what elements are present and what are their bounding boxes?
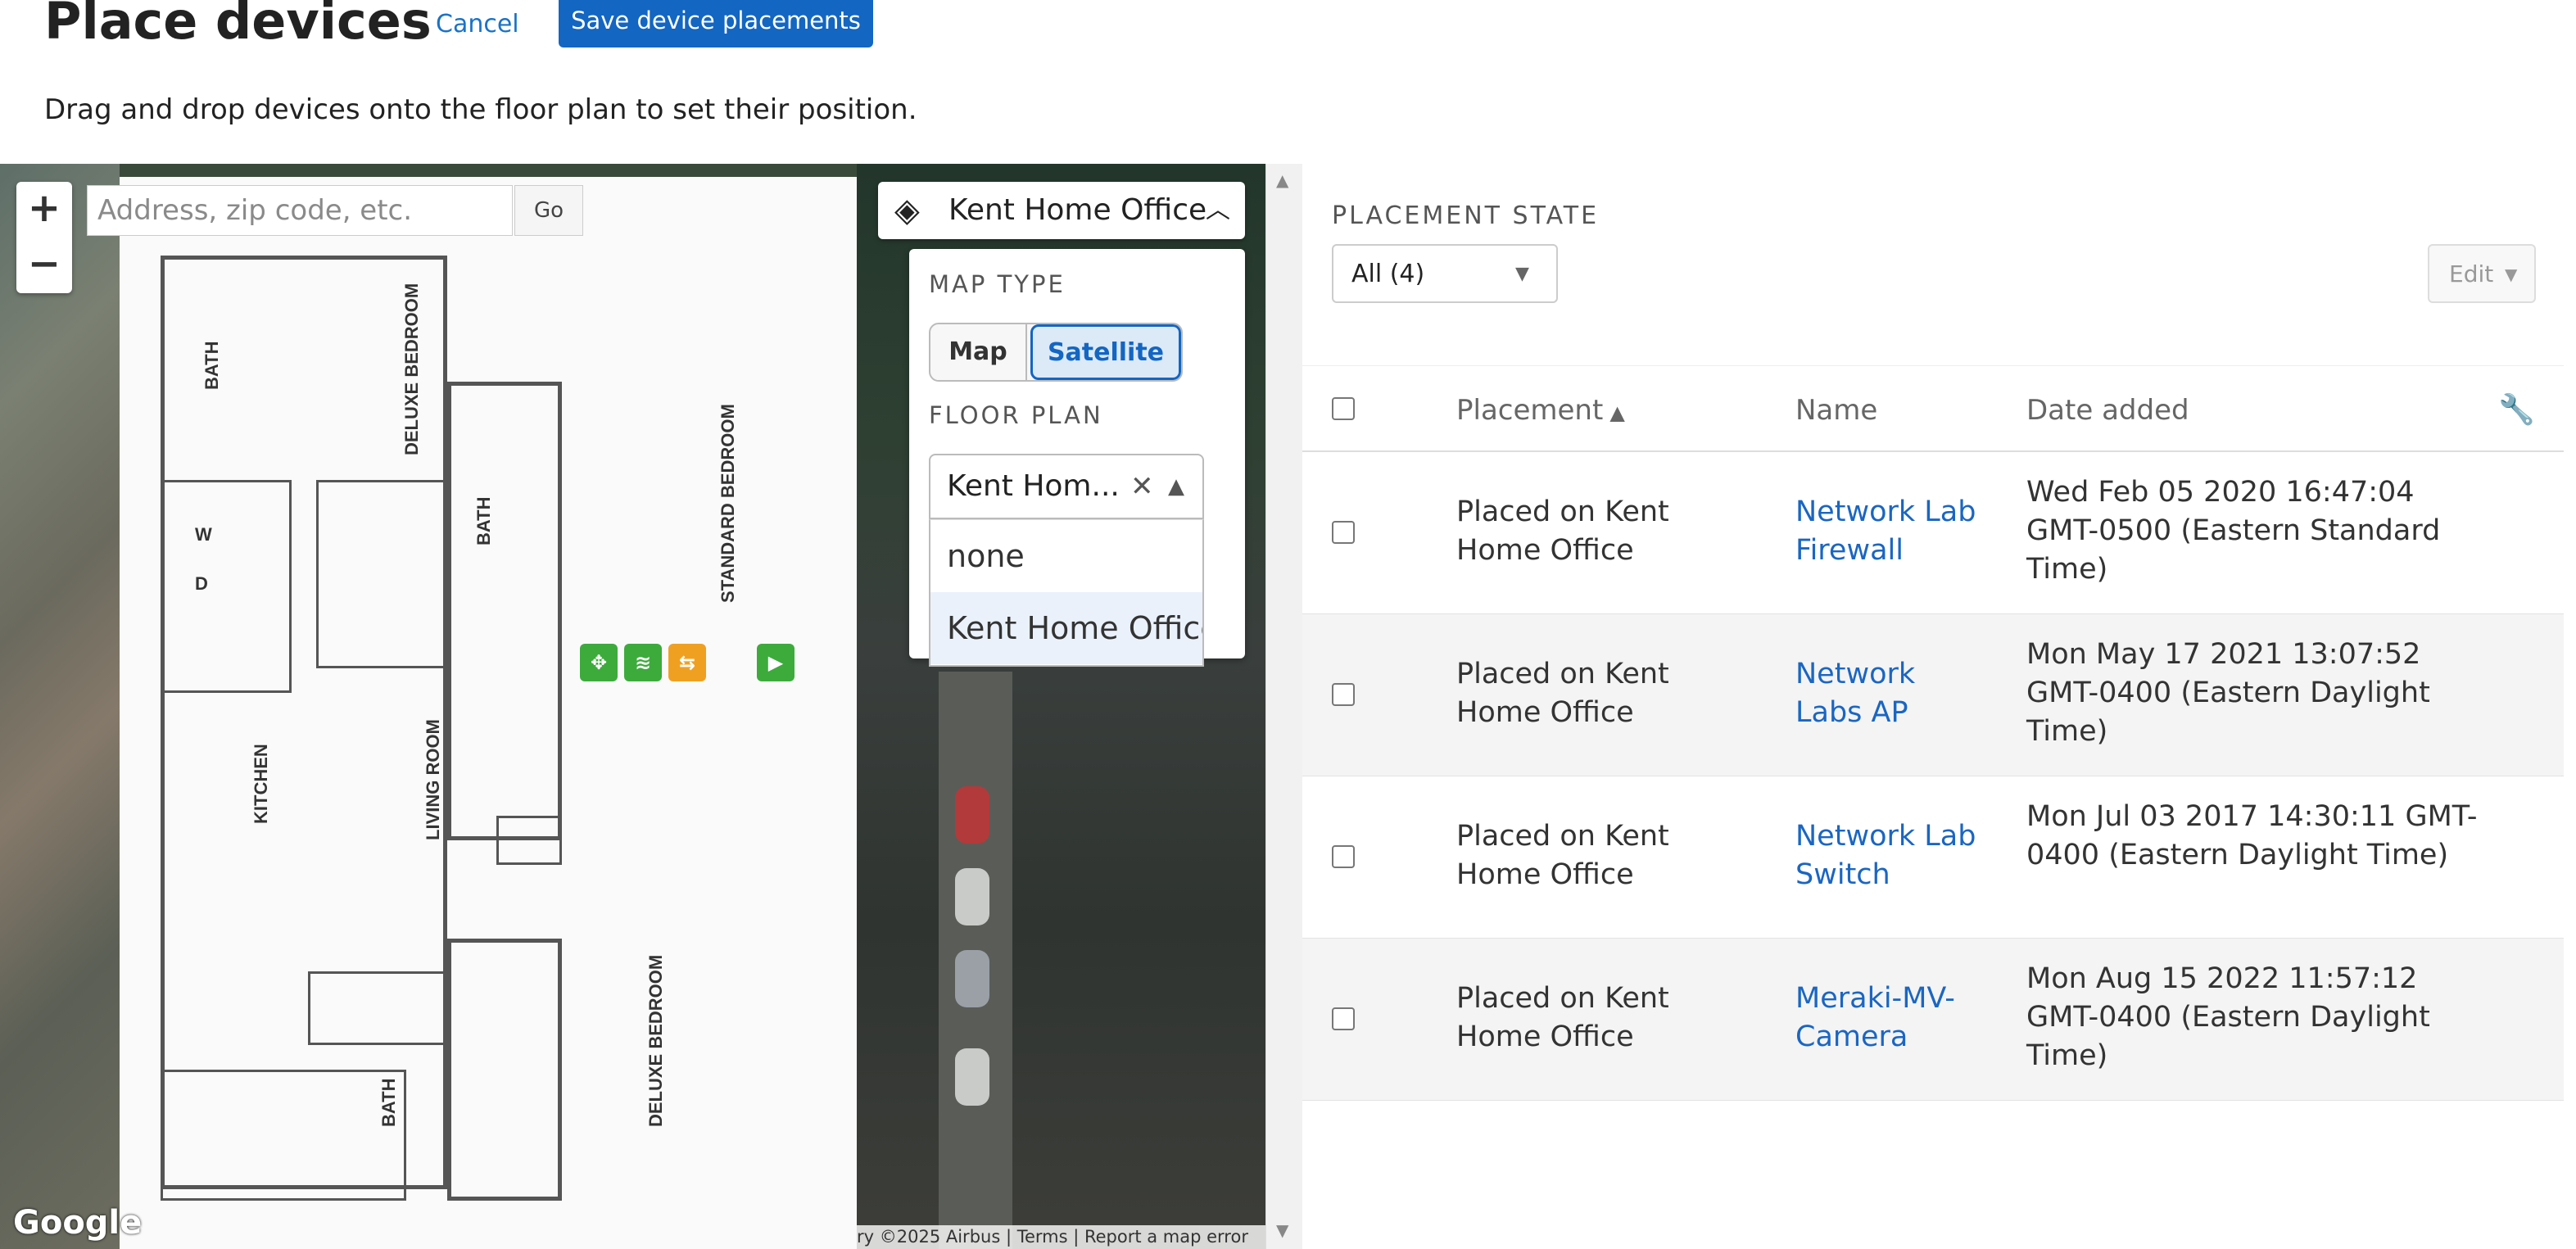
date-added-cell: Mon Aug 15 2022 11:57:12 GMT-0400 (Easte… xyxy=(2026,962,2430,1072)
floorplan-label: D xyxy=(195,573,208,594)
column-header-name[interactable]: Name xyxy=(1795,394,1877,427)
floorplan-label: W xyxy=(195,524,212,545)
floorplan-label: STANDARD BEDROOM xyxy=(718,404,738,603)
instructions-text: Drag and drop devices onto the floor pla… xyxy=(44,93,917,126)
floorplan-wall xyxy=(447,939,562,1201)
edit-button[interactable]: Edit ▼ xyxy=(2428,244,2536,303)
row-checkbox[interactable] xyxy=(1332,845,1355,868)
table-header: Placement ▲ Name Date added 🔧 xyxy=(1302,365,2564,452)
address-search-input[interactable] xyxy=(87,185,513,236)
floor-plan-select[interactable]: Kent Hom... ✕ ▲ xyxy=(929,454,1204,519)
map-canvas[interactable]: BATH DELUXE BEDROOM BATH STANDARD BEDROO… xyxy=(0,164,1265,1249)
placement-state-label: PLACEMENT STATE xyxy=(1332,201,1600,230)
table-row[interactable]: Placed on Kent Home Office Meraki-MV-Cam… xyxy=(1302,939,2564,1101)
floorplan-wall xyxy=(161,1070,406,1201)
caret-down-icon: ▼ xyxy=(1515,264,1529,284)
map-type-map-button[interactable]: Map xyxy=(930,324,1027,380)
table-row[interactable]: Placed on Kent Home Office Network Lab S… xyxy=(1302,776,2564,939)
camera-marker-icon[interactable]: ▶ xyxy=(757,644,795,681)
page-title: Place devices xyxy=(44,0,432,51)
placement-cell: Placed on Kent Home Office xyxy=(1456,820,1669,891)
clear-icon[interactable]: ✕ xyxy=(1130,455,1154,518)
scroll-down-icon[interactable]: ▼ xyxy=(1276,1220,1288,1240)
floorplan-label: BATH xyxy=(473,496,494,545)
car xyxy=(955,786,989,844)
car xyxy=(955,868,989,925)
edit-label: Edit xyxy=(2449,260,2494,287)
column-header-placement[interactable]: Placement ▲ xyxy=(1456,394,1625,427)
device-name-link[interactable]: Network Lab Switch xyxy=(1795,817,2008,894)
scroll-up-icon[interactable]: ▲ xyxy=(1276,170,1288,190)
satellite-imagery-left xyxy=(0,164,120,1249)
date-added-cell: Mon May 17 2021 13:07:52 GMT-0400 (Easte… xyxy=(2026,638,2430,748)
placement-state-select[interactable]: All (4) ▼ xyxy=(1332,244,1558,303)
floorplan-wall xyxy=(447,382,562,840)
car xyxy=(955,950,989,1007)
network-lab-switch-marker-icon[interactable]: ✥ xyxy=(580,644,618,681)
placement-cell: Placed on Kent Home Office xyxy=(1456,982,1669,1053)
floorplan-wall xyxy=(308,971,447,1045)
zoom-in-button[interactable]: + xyxy=(16,182,72,238)
floor-layer-toggle[interactable]: ◈ Kent Home Office ︿ xyxy=(878,182,1245,239)
network-labs-ap-marker-icon[interactable]: ≋ xyxy=(624,644,662,681)
go-button[interactable]: Go xyxy=(514,185,583,236)
device-name-link[interactable]: Meraki-MV-Camera xyxy=(1795,980,1984,1057)
row-checkbox[interactable] xyxy=(1332,1007,1355,1030)
google-logo: Google xyxy=(13,1204,143,1242)
floor-plan-option-kent-home-office[interactable]: Kent Home Office xyxy=(930,592,1202,664)
floorplan-label: BATH xyxy=(378,1078,399,1127)
floorplan-wall xyxy=(161,480,292,693)
caret-up-icon[interactable]: ▲ xyxy=(1168,455,1184,518)
floorplan-label: BATH xyxy=(201,341,222,390)
table-row[interactable]: Placed on Kent Home Office Network Labs … xyxy=(1302,614,2564,776)
cancel-link[interactable]: Cancel xyxy=(436,8,519,41)
floor-plan-option-none[interactable]: none xyxy=(930,520,1202,592)
map-type-toggle: Map Satellite xyxy=(929,323,1183,382)
floorplan-label: KITCHEN xyxy=(251,744,271,824)
floor-plan-options-list: none Kent Home Office xyxy=(929,519,1204,667)
chevron-up-icon: ︿ xyxy=(1206,196,1230,224)
select-all-checkbox[interactable] xyxy=(1332,397,1355,420)
device-name-link[interactable]: Network Lab Firewall xyxy=(1795,493,2008,570)
column-header-date-added[interactable]: Date added xyxy=(2026,394,2189,427)
floorplan-wall xyxy=(496,816,562,865)
placement-state-value: All (4) xyxy=(1351,260,1425,288)
row-checkbox[interactable] xyxy=(1332,521,1355,544)
map-attribution[interactable]: ry ©2025 Airbus | Terms | Report a map e… xyxy=(857,1225,1265,1249)
floor-plan-image[interactable]: BATH DELUXE BEDROOM BATH STANDARD BEDROO… xyxy=(120,177,857,1249)
row-checkbox[interactable] xyxy=(1332,683,1355,706)
map-options-panel: MAP TYPE Map Satellite FLOOR PLAN Kent H… xyxy=(909,249,1245,667)
sort-ascending-icon: ▲ xyxy=(1609,401,1625,424)
floorplan-label: DELUXE BEDROOM xyxy=(401,283,422,455)
floorplan-label: DELUXE BEDROOM xyxy=(645,954,666,1127)
floorplan-label: LIVING ROOM xyxy=(423,719,443,840)
placement-cell: Placed on Kent Home Office xyxy=(1456,658,1669,729)
car xyxy=(955,1048,989,1106)
device-list-panel: PLACEMENT STATE All (4) ▼ Edit ▼ Placeme… xyxy=(1302,164,2576,1249)
placement-cell: Placed on Kent Home Office xyxy=(1456,496,1669,567)
save-placements-button[interactable]: Save device placements xyxy=(559,0,873,48)
zoom-controls: + − xyxy=(16,182,72,293)
network-lab-firewall-marker-icon[interactable]: ⇆ xyxy=(668,644,706,681)
floorplan-wall xyxy=(316,480,447,668)
device-name-link[interactable]: Network Labs AP xyxy=(1795,655,1959,732)
map-scrollbar[interactable]: ▲ ▼ xyxy=(1265,164,1303,1249)
floor-plan-heading: FLOOR PLAN xyxy=(929,401,1103,429)
caret-down-icon: ▼ xyxy=(2505,265,2518,284)
map-type-satellite-button[interactable]: Satellite xyxy=(1030,324,1181,380)
wrench-icon[interactable]: 🔧 xyxy=(2498,392,2535,427)
date-added-cell: Mon Jul 03 2017 14:30:11 GMT-0400 (Easte… xyxy=(2026,800,2478,871)
date-added-cell: Wed Feb 05 2020 16:47:04 GMT-0500 (Easte… xyxy=(2026,476,2441,586)
map-type-heading: MAP TYPE xyxy=(929,270,1066,298)
floor-plan-selected-value: Kent Hom... xyxy=(947,469,1120,503)
table-row[interactable]: Placed on Kent Home Office Network Lab F… xyxy=(1302,452,2564,614)
zoom-out-button[interactable]: − xyxy=(16,238,72,293)
layer-label: Kent Home Office xyxy=(948,193,1207,227)
layers-icon: ◈ xyxy=(894,192,920,229)
